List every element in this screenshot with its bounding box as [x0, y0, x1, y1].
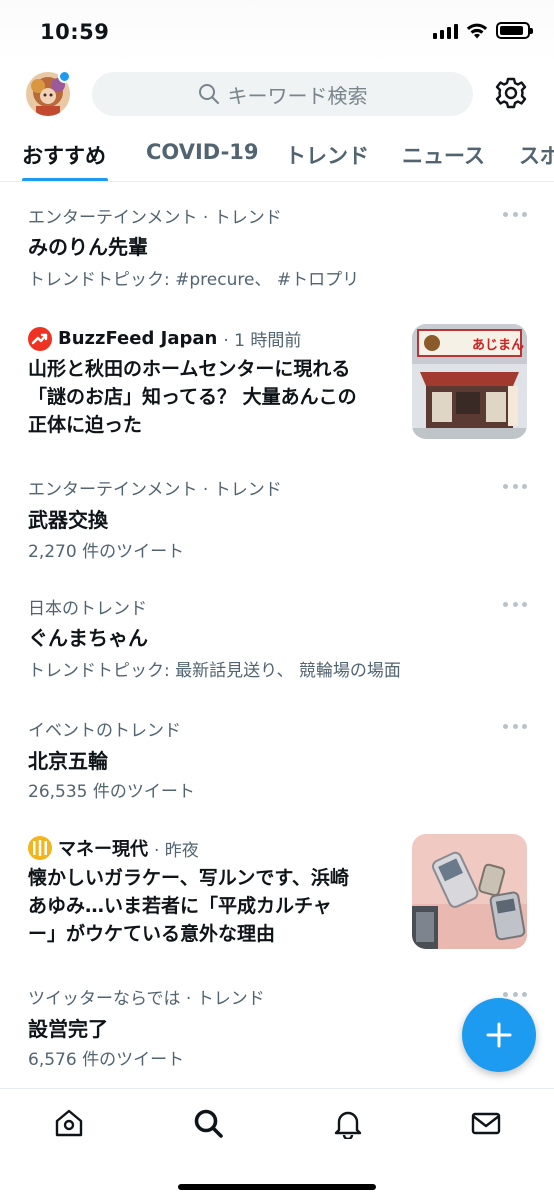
search-placeholder: キーワード検索	[227, 83, 368, 108]
bell-icon	[334, 1111, 362, 1141]
compose-tweet-button[interactable]	[462, 998, 536, 1072]
news-time: · 昨夜	[154, 840, 199, 861]
mail-icon	[471, 1112, 501, 1135]
status-bar: 10:59	[0, 0, 554, 66]
tab-indicator	[22, 178, 108, 181]
search-input[interactable]: キーワード検索	[92, 72, 473, 116]
news-title-line: 正体に迫った	[28, 414, 143, 436]
trend-subtitle: 6,576 件のツイート	[28, 1050, 185, 1070]
home-icon	[55, 1109, 83, 1137]
thumbnail-sign-text: あじまん	[472, 338, 524, 353]
trend-category: エンターテインメント · トレンド	[28, 480, 282, 500]
more-icon[interactable]	[503, 602, 527, 608]
nav-home[interactable]	[53, 1107, 85, 1139]
news-thumbnail: あじまん	[412, 324, 527, 439]
trend-subtitle: 2,270 件のツイート	[28, 542, 185, 562]
news-source: BuzzFeed Japan · 1 時間前	[28, 326, 301, 351]
trend-title: 設営完了	[28, 1017, 108, 1041]
home-indicator[interactable]	[178, 1184, 376, 1190]
signal-icon	[433, 23, 458, 39]
gear-icon	[495, 77, 527, 109]
trend-item[interactable]: イベントのトレンド 北京五輪 26,535 件のツイート	[0, 697, 554, 817]
more-icon[interactable]	[503, 484, 527, 490]
tab-covid[interactable]: COVID-19	[146, 140, 259, 164]
trend-item[interactable]: エンターテインメント · トレンド みのりん先輩 トレンドトピック: #prec…	[0, 183, 554, 303]
buzzfeed-logo-icon	[28, 326, 52, 351]
tab-sports[interactable]: スポ	[519, 140, 554, 170]
news-source: マネー現代 · 昨夜	[28, 835, 199, 861]
news-title: 懐かしいガラケー、写ルンです、浜崎 あゆみ…いま若者に「平成カルチャ ー」がウケ…	[28, 864, 398, 948]
notification-dot	[58, 70, 71, 83]
search-icon	[194, 1109, 223, 1138]
trend-subtitle: トレンドトピック: #precure、 #トロプリ	[28, 270, 360, 290]
news-title-line: 懐かしいガラケー、写ルンです、浜崎	[28, 867, 349, 889]
more-icon[interactable]	[503, 724, 527, 730]
trend-category: イベントのトレンド	[28, 721, 181, 741]
nav-search[interactable]	[192, 1107, 224, 1139]
news-title: 山形と秋田のホームセンターに現れる 「謎のお店」知ってる？ 大量あんこの 正体に…	[28, 355, 398, 439]
news-title-line: 山形と秋田のホームセンターに現れる	[28, 358, 351, 380]
tab-trends[interactable]: トレンド	[285, 140, 369, 170]
tab-news[interactable]: ニュース	[402, 140, 485, 170]
settings-button[interactable]	[494, 76, 528, 110]
nav-messages[interactable]	[470, 1107, 502, 1139]
trend-item[interactable]: エンターテインメント · トレンド 武器交換 2,270 件のツイート	[0, 455, 554, 575]
explore-header: キーワード検索	[0, 66, 554, 122]
trend-title: ぐんまちゃん	[28, 626, 148, 650]
trend-title: みのりん先輩	[28, 235, 148, 259]
trend-title: 武器交換	[28, 508, 108, 532]
trend-item[interactable]: 日本のトレンド ぐんまちゃん トレンドトピック: 最新話見送り、 競輪場の場面	[0, 574, 554, 694]
status-icons	[433, 22, 533, 39]
plus-icon	[486, 1022, 512, 1048]
wifi-icon	[466, 23, 488, 39]
money-gendai-logo-icon	[28, 836, 52, 860]
bottom-navigation	[0, 1088, 554, 1200]
news-item[interactable]: BuzzFeed Japan · 1 時間前 山形と秋田のホームセンターに現れる…	[0, 320, 554, 460]
trend-subtitle: 26,535 件のツイート	[28, 782, 195, 802]
more-icon[interactable]	[503, 212, 527, 218]
trend-title: 北京五輪	[28, 749, 108, 773]
status-time: 10:59	[40, 20, 110, 44]
news-title-line: 「謎のお店」知ってる？ 大量あんこの	[28, 386, 357, 408]
trend-category: エンターテインメント · トレンド	[28, 208, 282, 228]
news-item[interactable]: マネー現代 · 昨夜 懐かしいガラケー、写ルンです、浜崎 あゆみ…いま若者に「平…	[0, 830, 554, 970]
trend-category: ツイッターならでは · トレンド	[28, 989, 265, 1009]
news-source-name: BuzzFeed Japan	[58, 328, 218, 349]
news-source-name: マネー現代	[58, 839, 148, 860]
trend-subtitle: トレンドトピック: 最新話見送り、 競輪場の場面	[28, 661, 401, 681]
news-title-line: ー」がウケている意外な理由	[28, 923, 276, 945]
more-icon[interactable]	[503, 992, 527, 998]
news-time: · 1 時間前	[223, 331, 302, 351]
tab-bar: おすすめ COVID-19 トレンド ニュース スポ	[0, 124, 554, 182]
search-icon	[198, 84, 219, 104]
news-title-line: あゆみ…いま若者に「平成カルチャ	[28, 895, 332, 917]
nav-notifications[interactable]	[332, 1107, 364, 1141]
trend-category: 日本のトレンド	[28, 599, 147, 619]
battery-icon	[496, 22, 533, 39]
tab-recommended[interactable]: おすすめ	[22, 140, 106, 170]
news-thumbnail	[412, 834, 527, 949]
